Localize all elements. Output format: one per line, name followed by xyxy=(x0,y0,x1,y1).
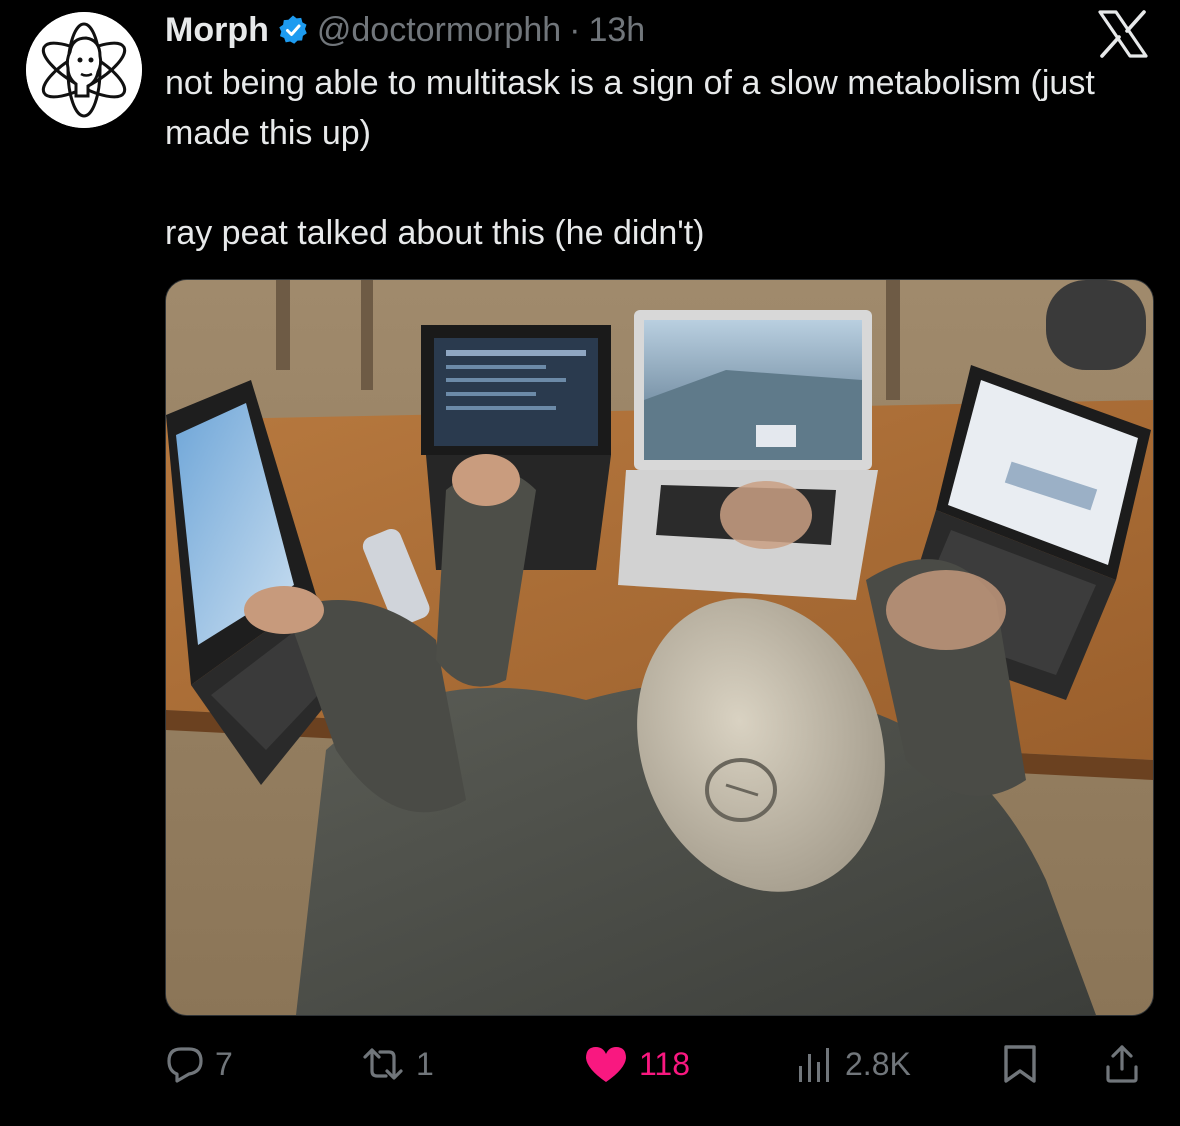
views-icon xyxy=(799,1048,829,1082)
tweet-text: not being able to multitask is a sign of… xyxy=(165,58,1125,258)
reply-icon xyxy=(167,1047,203,1083)
author-handle[interactable]: @doctormorphh xyxy=(317,11,561,50)
like-button[interactable]: 118 xyxy=(583,1036,690,1092)
share-icon xyxy=(1106,1045,1138,1083)
retweet-button[interactable]: 1 xyxy=(360,1036,434,1092)
retweet-count: 1 xyxy=(416,1045,434,1082)
heart-icon xyxy=(586,1047,626,1082)
author-name[interactable]: Morph xyxy=(165,11,269,50)
tweet-text-line-2: ray peat talked about this (he didn't) xyxy=(165,214,705,252)
laptop-middle xyxy=(618,310,878,600)
share-button[interactable] xyxy=(1102,1036,1142,1092)
reply-count: 7 xyxy=(215,1045,233,1082)
views-button[interactable]: 2.8K xyxy=(795,1036,911,1092)
bookmark-button[interactable] xyxy=(1000,1036,1040,1092)
views-count: 2.8K xyxy=(845,1045,911,1082)
x-logo-icon[interactable] xyxy=(1098,10,1148,58)
retweet-icon xyxy=(363,1048,403,1080)
tweet-photo[interactable] xyxy=(165,279,1154,1016)
atom-head-avatar xyxy=(26,12,142,128)
timestamp[interactable]: 13h xyxy=(588,11,645,50)
tweet-action-bar: 7 1 118 2.8K xyxy=(165,1036,1150,1092)
tweet-text-line-1: not being able to multitask is a sign of… xyxy=(165,64,1095,152)
like-count: 118 xyxy=(639,1045,691,1082)
reply-button[interactable]: 7 xyxy=(165,1036,233,1092)
bookmark-icon xyxy=(1004,1045,1036,1083)
verified-badge-icon xyxy=(277,14,309,46)
avatar[interactable] xyxy=(26,12,142,128)
tweet-header: Morph @doctormorphh · 13h xyxy=(165,8,645,52)
separator-dot: · xyxy=(569,10,581,49)
